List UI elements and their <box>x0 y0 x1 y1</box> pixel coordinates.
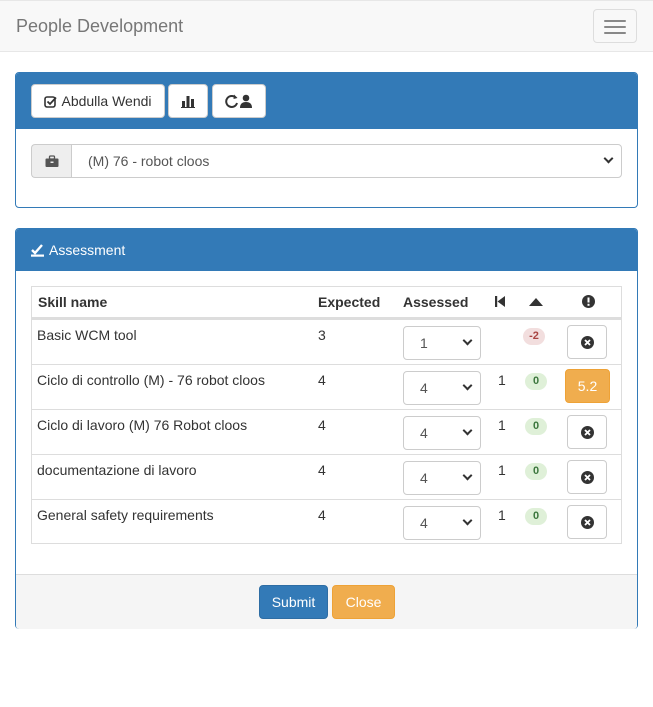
close-circle-icon <box>580 470 594 484</box>
column-header-expected: Expected <box>318 294 381 310</box>
hamburger-icon-bar <box>604 32 626 34</box>
hamburger-icon <box>604 20 626 22</box>
row-action-button[interactable] <box>567 415 607 449</box>
chevron-down-icon <box>462 515 473 526</box>
assessed-select[interactable]: 4 <box>403 506 481 540</box>
score-button[interactable]: 5.2 <box>565 369 610 403</box>
row-action-button[interactable] <box>567 460 607 494</box>
assessed-select-value: 4 <box>420 515 428 531</box>
navbar: People Development <box>0 0 653 52</box>
close-circle-icon <box>580 515 594 529</box>
assessed-select-value: 4 <box>420 425 428 441</box>
step-backward-icon <box>495 296 506 308</box>
triangle-up-icon <box>529 298 543 306</box>
table-row: Basic WCM tool 3 1 -2 <box>32 319 621 364</box>
delta-badge: 0 <box>525 373 547 390</box>
previous-value: 1 <box>498 372 506 388</box>
employee-panel: Abdulla Wendi (M) 76 - robot cloos <box>15 72 638 208</box>
column-header-assessed: Assessed <box>403 294 469 310</box>
workplace-select[interactable]: (M) 76 - robot cloos <box>71 144 622 178</box>
previous-value: 1 <box>498 462 506 478</box>
chevron-down-icon <box>462 380 473 391</box>
expected-value: 4 <box>318 462 326 478</box>
close-circle-icon <box>580 425 594 439</box>
assessment-panel: Assessment Skill name Expected Assessed <box>15 228 638 629</box>
column-header-skill: Skill name <box>38 294 108 310</box>
score-value: 5.2 <box>577 378 598 394</box>
chevron-down-icon <box>462 335 473 346</box>
chevron-down-icon <box>462 425 473 436</box>
assessment-panel-header: Assessment <box>16 229 637 271</box>
expected-value: 3 <box>318 327 326 343</box>
delta-badge: 0 <box>525 418 547 435</box>
workplace-addon <box>31 144 71 178</box>
check-pen-icon <box>31 243 44 257</box>
assessed-select[interactable]: 4 <box>403 371 481 405</box>
table-row: Ciclo di lavoro (M) 76 Robot cloos 4 4 1… <box>32 409 621 454</box>
workplace-select-group: (M) 76 - robot cloos <box>31 144 622 178</box>
expected-value: 4 <box>318 372 326 388</box>
skill-name: Basic WCM tool <box>37 327 137 343</box>
submit-button[interactable]: Submit <box>259 585 328 619</box>
employee-panel-header: Abdulla Wendi <box>16 73 637 129</box>
menu-toggle-button[interactable] <box>593 9 637 43</box>
chevron-down-icon <box>603 153 614 164</box>
assessment-footer: Submit Close <box>16 574 637 629</box>
row-action-button[interactable] <box>567 325 607 359</box>
employee-name: Abdulla Wendi <box>61 93 152 109</box>
bar-chart-icon <box>181 95 195 108</box>
assessment-title: Assessment <box>49 242 126 258</box>
delta-badge: 0 <box>525 463 547 480</box>
table-row: documentazione di lavoro 4 4 1 0 <box>32 454 621 499</box>
assessed-select[interactable]: 1 <box>403 326 481 360</box>
exclamation-circle-icon <box>582 295 595 308</box>
previous-value: 1 <box>498 417 506 433</box>
brand-title[interactable]: People Development <box>16 16 183 37</box>
refresh-user-button[interactable] <box>212 84 266 118</box>
workplace-select-value: (M) 76 - robot cloos <box>88 153 210 169</box>
assessed-select-value: 4 <box>420 380 428 396</box>
skill-name: documentazione di lavoro <box>37 462 197 478</box>
expected-value: 4 <box>318 507 326 523</box>
table-row: Ciclo di controllo (M) - 76 robot cloos … <box>32 364 621 409</box>
close-button[interactable]: Close <box>332 585 395 619</box>
skill-name: Ciclo di lavoro (M) 76 Robot cloos <box>37 417 248 433</box>
check-square-icon <box>44 95 58 108</box>
skill-name: General safety requirements <box>37 507 214 523</box>
assessed-select[interactable]: 4 <box>403 416 481 450</box>
assessed-select[interactable]: 4 <box>403 461 481 495</box>
close-circle-icon <box>580 335 594 349</box>
skills-table: Skill name Expected Assessed Basic WCM t… <box>31 286 622 544</box>
delta-badge: -2 <box>523 328 545 345</box>
chart-button[interactable] <box>168 84 208 118</box>
skill-name: Ciclo di controllo (M) - 76 robot cloos <box>37 372 265 388</box>
briefcase-icon <box>45 154 58 167</box>
chevron-down-icon <box>462 470 473 481</box>
assessed-select-value: 4 <box>420 470 428 486</box>
refresh-user-icon <box>225 94 252 108</box>
delta-badge: 0 <box>525 508 547 525</box>
hamburger-icon-bar <box>604 26 626 28</box>
expected-value: 4 <box>318 417 326 433</box>
table-row: General safety requirements 4 4 1 0 <box>32 499 621 544</box>
assessed-select-value: 1 <box>420 335 428 351</box>
row-action-button[interactable] <box>567 505 607 539</box>
previous-value: 1 <box>498 507 506 523</box>
employee-button[interactable]: Abdulla Wendi <box>31 84 165 118</box>
